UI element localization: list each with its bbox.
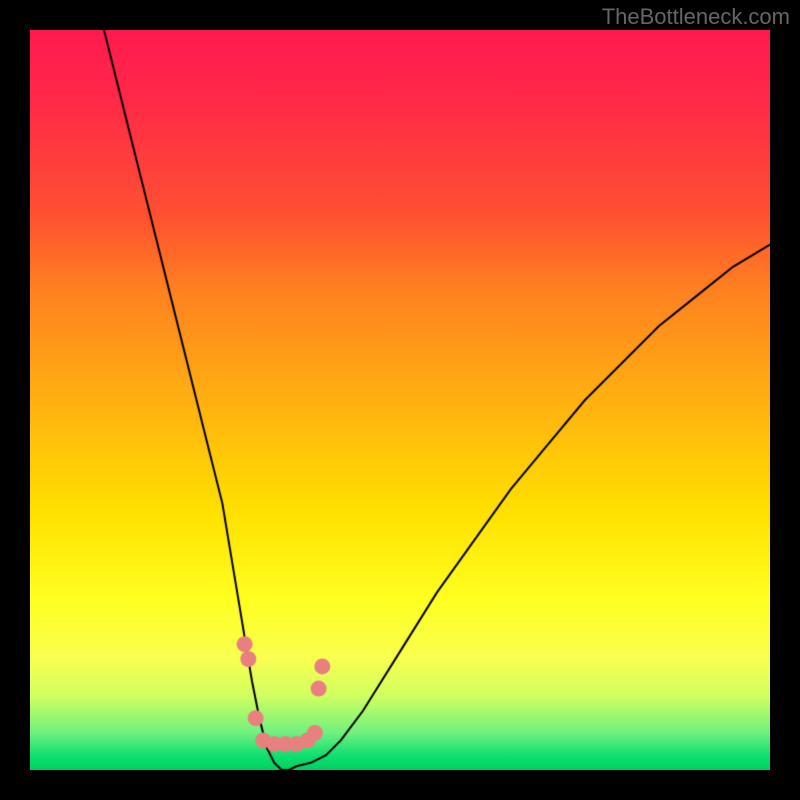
watermark-text: TheBottleneck.com — [602, 4, 790, 30]
bottleneck-chart — [30, 30, 770, 770]
